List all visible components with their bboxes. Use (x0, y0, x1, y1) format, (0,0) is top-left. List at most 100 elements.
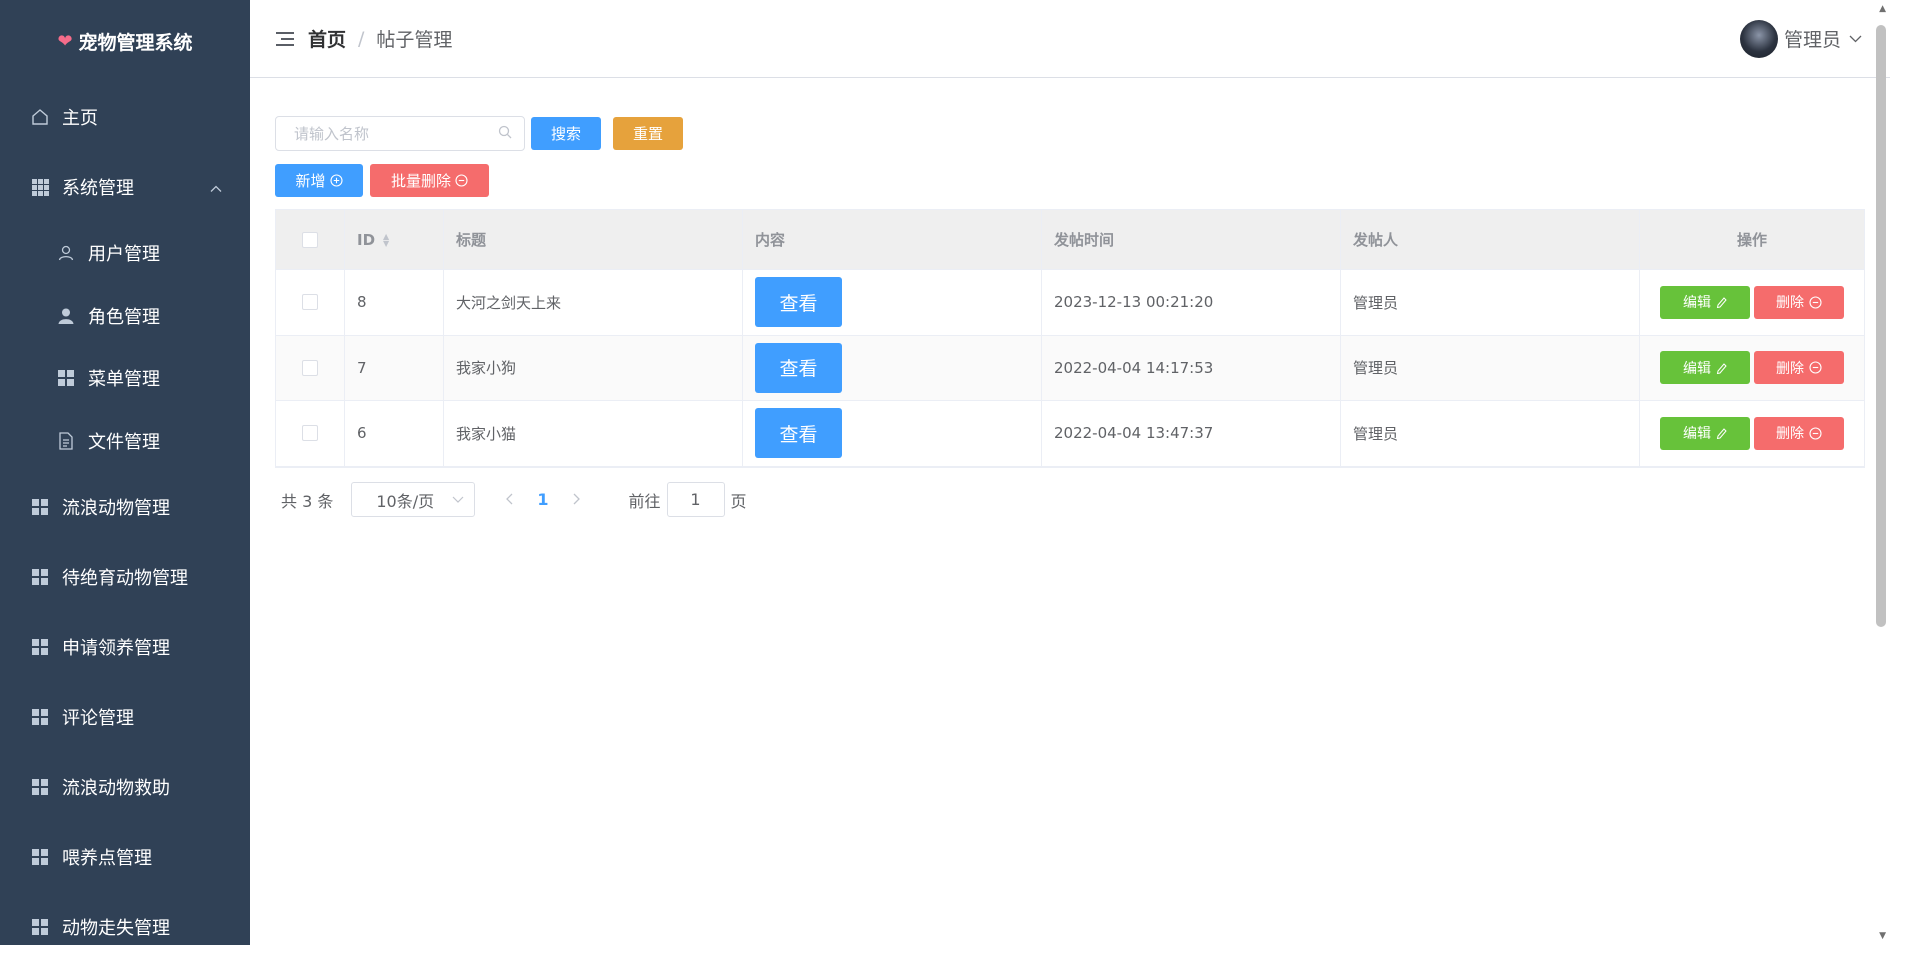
next-page-icon[interactable] (573, 489, 581, 510)
edit-button[interactable]: 编辑 (1660, 285, 1750, 319)
add-button[interactable]: 新增 (275, 164, 363, 197)
chevron-up-icon (210, 177, 222, 198)
search-icon (498, 125, 512, 143)
scroll-down-arrow[interactable]: ▼ (1879, 931, 1886, 941)
goto-page-input[interactable]: 1 (666, 482, 725, 517)
sidebar-item-stray-animals[interactable]: 流浪动物管理 (0, 472, 250, 542)
cell-id: 7 (345, 335, 444, 400)
table-row: 8 大河之剑天上来 查看 2023-12-13 00:21:20 管理员 编辑 … (276, 270, 1864, 336)
pagination: 共 3 条 10条/页 1 前往 1 页 (281, 482, 747, 517)
circle-plus-icon (329, 174, 343, 187)
batch-delete-button[interactable]: 批量删除 (370, 164, 489, 197)
cell-id: 6 (345, 401, 444, 466)
cell-content: 查看 (743, 270, 1042, 335)
table-row: 7 我家小狗 查看 2022-04-04 14:17:53 管理员 编辑 删除 (276, 335, 1864, 401)
page-number-current[interactable]: 1 (537, 490, 548, 509)
user-dropdown[interactable]: 管理员 (1739, 19, 1862, 58)
sidebar-item-sterilization[interactable]: 待绝育动物管理 (0, 542, 250, 612)
sidebar-item-label: 流浪动物管理 (62, 498, 170, 519)
select-all-checkbox[interactable] (302, 231, 318, 248)
sort-icon[interactable]: ▲ ▼ (383, 232, 389, 247)
menu-icon (56, 368, 76, 388)
menu-icon (30, 777, 50, 797)
edit-label: 编辑 (1683, 426, 1711, 443)
sidebar-item-label: 文件管理 (88, 431, 160, 453)
search-input[interactable] (294, 124, 494, 143)
scrollbar-thumb[interactable] (1876, 25, 1886, 627)
circle-minus-icon (1809, 427, 1822, 440)
row-checkbox[interactable] (302, 425, 318, 442)
cell-title: 我家小狗 (444, 335, 743, 400)
sidebar-item-rescue[interactable]: 流浪动物救助 (0, 752, 250, 822)
header-id[interactable]: ID ▲ ▼ (345, 210, 444, 269)
menu-icon (30, 637, 50, 657)
delete-label: 删除 (1776, 295, 1804, 312)
sidebar-item-files[interactable]: 文件管理 (0, 410, 250, 473)
cell-title: 我家小猫 (444, 401, 743, 466)
breadcrumb: 首页 / 帖子管理 (308, 25, 452, 52)
sidebar-item-label: 待绝育动物管理 (62, 568, 188, 589)
chevron-down-icon (452, 492, 464, 507)
breadcrumb-separator: / (358, 27, 365, 50)
sidebar-item-lost-animals[interactable]: 动物走失管理 (0, 892, 250, 962)
table-row: 6 我家小猫 查看 2022-04-04 13:47:37 管理员 编辑 删除 (276, 401, 1864, 467)
sidebar-item-system[interactable]: 系统管理 (0, 152, 250, 222)
delete-button[interactable]: 删除 (1754, 285, 1844, 319)
menu-icon (30, 847, 50, 867)
search-toolbar: 搜索 重置 (275, 116, 683, 151)
page-size-select[interactable]: 10条/页 (351, 482, 476, 517)
sidebar-item-feeding-points[interactable]: 喂养点管理 (0, 822, 250, 892)
delete-label: 删除 (1776, 426, 1804, 443)
cell-content: 查看 (743, 401, 1042, 466)
prev-page-icon[interactable] (505, 489, 513, 510)
page-suffix-label: 页 (730, 491, 747, 511)
row-checkbox-cell (276, 401, 345, 466)
sidebar-item-comments[interactable]: 评论管理 (0, 682, 250, 752)
scroll-up-arrow[interactable]: ▲ (1879, 4, 1886, 14)
row-checkbox[interactable] (302, 359, 318, 376)
cell-title: 大河之剑天上来 (444, 270, 743, 335)
action-toolbar: 新增 批量删除 (275, 164, 489, 197)
circle-minus-icon (1809, 296, 1822, 309)
edit-button[interactable]: 编辑 (1660, 351, 1750, 385)
posts-table: ID ▲ ▼ 标题 内容 发帖时间 发帖人 操作 8 大河之剑天上来 查看 202… (275, 209, 1865, 468)
header-content: 内容 (743, 210, 1042, 269)
search-button[interactable]: 搜索 (531, 117, 601, 150)
view-button[interactable]: 查看 (755, 342, 842, 393)
delete-button[interactable]: 删除 (1754, 351, 1844, 385)
header-checkbox-cell (276, 210, 345, 269)
cell-time: 2023-12-13 00:21:20 (1042, 270, 1341, 335)
cell-user: 管理员 (1341, 335, 1640, 400)
heart-logo-icon: ❤ (57, 30, 73, 52)
sidebar-item-home[interactable]: 主页 (0, 82, 250, 152)
edit-button[interactable]: 编辑 (1660, 416, 1750, 450)
cell-time: 2022-04-04 13:47:37 (1042, 401, 1341, 466)
row-checkbox-cell (276, 270, 345, 335)
header-title: 标题 (444, 210, 743, 269)
sidebar-item-label: 系统管理 (62, 178, 134, 199)
sidebar-item-roles[interactable]: 角色管理 (0, 285, 250, 348)
user-solid-icon (56, 306, 76, 326)
row-checkbox[interactable] (302, 294, 318, 311)
menu-fold-icon[interactable] (276, 31, 294, 46)
sidebar-item-label: 菜单管理 (88, 369, 160, 391)
view-button[interactable]: 查看 (755, 408, 842, 459)
sidebar-item-label: 用户管理 (88, 244, 160, 266)
cell-operation: 编辑 删除 (1640, 336, 1864, 401)
breadcrumb-home[interactable]: 首页 (308, 25, 346, 52)
total-count: 共 3 条 (281, 491, 334, 511)
delete-button[interactable]: 删除 (1754, 416, 1844, 450)
sidebar-item-users[interactable]: 用户管理 (0, 222, 250, 285)
main-area: 首页 / 帖子管理 管理员 搜索 重置 新增 批量 (250, 0, 1890, 945)
header-user: 发帖人 (1341, 210, 1640, 269)
edit-label: 编辑 (1683, 360, 1711, 377)
sidebar-item-label: 评论管理 (62, 708, 134, 729)
reset-button[interactable]: 重置 (613, 117, 683, 150)
top-bar: 首页 / 帖子管理 管理员 (250, 0, 1890, 78)
cell-operation: 编辑 删除 (1640, 270, 1864, 335)
sidebar-item-adoption[interactable]: 申请领养管理 (0, 612, 250, 682)
edit-icon (1716, 427, 1727, 440)
sidebar-item-menus[interactable]: 菜单管理 (0, 347, 250, 410)
view-button[interactable]: 查看 (755, 277, 842, 328)
menu-icon (30, 567, 50, 587)
